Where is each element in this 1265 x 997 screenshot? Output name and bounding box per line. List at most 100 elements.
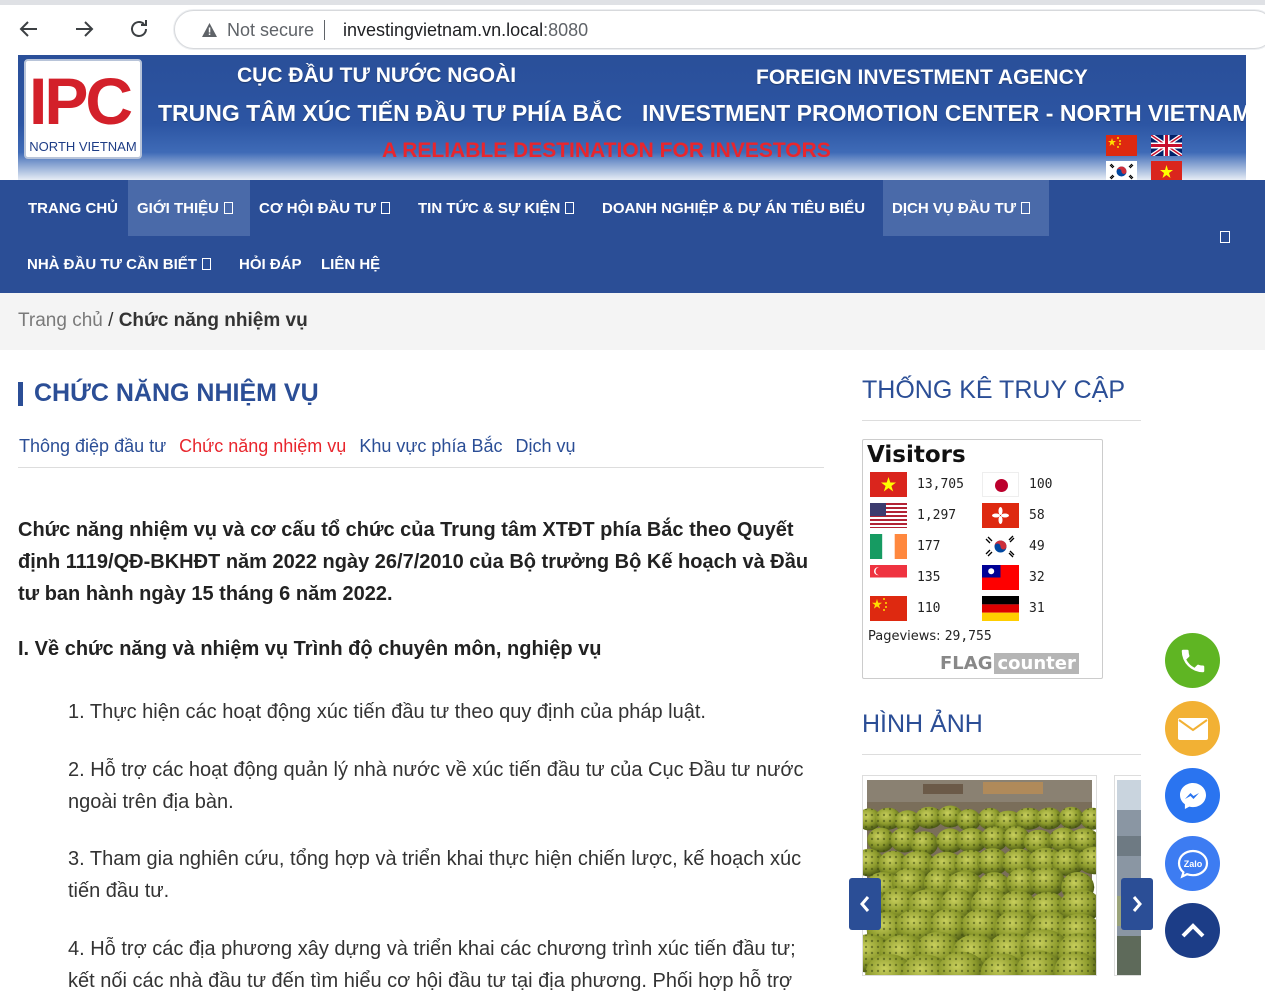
logo-text: IPC (29, 64, 133, 138)
forward-button[interactable] (67, 12, 101, 46)
main-nav: TRANG CHỦ GIỚI THIỆU CƠ HỘI ĐẦU TƯ TIN T… (0, 180, 1265, 293)
breadcrumb-home-link[interactable]: Trang chủ (18, 310, 103, 331)
ireland-flag-icon (870, 534, 907, 559)
uk-flag-icon[interactable] (1151, 135, 1182, 156)
nav-label: LIÊN HỆ (321, 255, 381, 273)
nav-label: DỊCH VỤ ĐẦU TƯ (892, 199, 1017, 217)
arrow-left-icon (19, 21, 37, 37)
nav-opportunities[interactable]: CƠ HỘI ĐẦU TƯ (250, 180, 399, 236)
chevron-right-icon (1132, 896, 1142, 912)
gallery-photo-durian[interactable] (862, 775, 1113, 976)
page-title: CHỨC NĂNG NHIỆM VỤ (34, 379, 319, 407)
gallery-photo-aerial[interactable] (1114, 775, 1141, 976)
chevron-up-icon (1181, 922, 1204, 937)
back-button[interactable] (12, 12, 46, 46)
photo-gallery (862, 775, 1141, 976)
ipc-logo[interactable]: IPC NORTH VIETNAM (24, 59, 142, 159)
nav-label: DOANH NGHIỆP & DỰ ÁN TIÊU BIỂU (602, 199, 866, 217)
gallery-divider (862, 754, 1141, 755)
pageviews: Pageviews: 29,755 (868, 629, 992, 644)
singapore-flag-icon (870, 565, 907, 590)
reload-icon (131, 20, 147, 37)
pageviews-value: 29,755 (944, 629, 992, 644)
phone-icon (1181, 649, 1204, 672)
gallery-prev-button[interactable] (849, 878, 881, 930)
germany-flag-icon (982, 596, 1019, 621)
center-name-en: INVESTMENT PROMOTION CENTER - NORTH VIET… (642, 100, 1246, 126)
nav-contact[interactable]: LIÊN HỆ (312, 236, 389, 292)
nav-label: NHÀ ĐẦU TƯ CẦN BIẾT (27, 255, 197, 273)
nav-news[interactable]: TIN TỨC & SỰ KIỆN (409, 180, 583, 236)
envelope-icon (1177, 717, 1208, 740)
subnav: Thông điệp đầu tư Chức năng nhiệm vụ Khu… (19, 436, 584, 457)
url-separator (324, 20, 325, 40)
counter-row: 110 (870, 596, 980, 622)
list-item: 2. Hỗ trợ các hoạt động quản lý nhà nước… (68, 759, 804, 813)
nav-about[interactable]: GIỚI THIỆU (128, 180, 250, 236)
url-text[interactable]: investingvietnam.vn.local:8080 (343, 20, 588, 41)
counter-row: 135 (870, 565, 980, 591)
counter-value: 100 (1029, 477, 1053, 492)
email-button[interactable] (1165, 701, 1220, 756)
subnav-north-region[interactable]: Khu vực phía Bắc (359, 436, 502, 456)
address-bar[interactable]: Not secure investingvietnam.vn.local:808… (174, 10, 1265, 49)
logo-subtitle: NORTH VIETNAM (29, 139, 137, 154)
breadcrumb: Trang chủ / Chức năng nhiệm vụ (18, 310, 308, 332)
counter-row: 49 (982, 534, 1092, 560)
agency-name-en: FOREIGN INVESTMENT AGENCY (756, 66, 1088, 89)
nav-label: HỎI ĐÁP (239, 255, 302, 273)
nav-label: GIỚI THIỆU (137, 199, 219, 217)
flag-counter-brand[interactable]: FLAG counter (940, 653, 1079, 677)
counter-value: 110 (917, 601, 941, 616)
center-name-vn: TRUNG TÂM XÚC TIẾN ĐẦU TƯ PHÍA BẮC (158, 100, 623, 126)
counter-value: 177 (917, 539, 941, 554)
stats-divider (862, 420, 1141, 421)
nav-services[interactable]: DỊCH VỤ ĐẦU TƯ (883, 180, 1049, 236)
vietnam-flag-icon[interactable] (1151, 161, 1182, 180)
dropdown-icon (1021, 202, 1031, 214)
gallery-next-button[interactable] (1121, 878, 1153, 930)
korea-flag-icon[interactable] (1106, 161, 1137, 180)
taiwan-flag-icon (982, 565, 1019, 590)
breadcrumb-separator: / (108, 310, 114, 331)
list-item: 3. Tham gia nghiên cứu, tổng hợp và triể… (68, 848, 802, 902)
menu-toggle-icon[interactable] (1220, 231, 1230, 243)
phone-button[interactable] (1165, 633, 1220, 688)
messenger-icon (1179, 782, 1206, 809)
nav-enterprises[interactable]: DOANH NGHIỆP & DỰ ÁN TIÊU BIỂU (593, 180, 874, 236)
nav-label: TIN TỨC & SỰ KIỆN (418, 199, 561, 217)
counter-value: 32 (1029, 570, 1045, 585)
china-flag-icon[interactable] (1106, 135, 1137, 156)
subnav-services[interactable]: Dịch vụ (516, 436, 576, 456)
scroll-top-button[interactable] (1165, 903, 1220, 958)
article-intro: Chức năng nhiệm vụ và cơ cấu tổ chức của… (18, 519, 809, 605)
brand-counter-text: counter (994, 653, 1079, 674)
zalo-button[interactable]: Zalo (1165, 836, 1220, 891)
counter-value: 13,705 (917, 477, 964, 492)
counter-value: 1,297 (917, 508, 957, 523)
dropdown-icon (380, 202, 390, 214)
brand-flag-text: FLAG (940, 653, 993, 674)
security-label[interactable]: Not secure (227, 20, 314, 41)
breadcrumb-current: Chức năng nhiệm vụ (118, 310, 308, 331)
messenger-button[interactable] (1165, 768, 1220, 823)
section-heading: I. Về chức năng và nhiệm vụ Trình độ chu… (18, 638, 602, 660)
warning-icon[interactable] (201, 22, 218, 38)
nav-investor-guide[interactable]: NHÀ ĐẦU TƯ CẦN BIẾT (18, 236, 220, 292)
nav-home[interactable]: TRANG CHỦ (19, 180, 127, 236)
china-flag-icon (870, 596, 907, 621)
visitor-counter[interactable]: Visitors 13,705 1,297 177 135 110 100 58… (862, 439, 1103, 679)
breadcrumb-bar: Trang chủ / Chức năng nhiệm vụ (0, 293, 1265, 350)
subnav-message[interactable]: Thông điệp đầu tư (19, 436, 166, 456)
counter-row: 1,297 (870, 503, 980, 529)
counter-value: 58 (1029, 508, 1045, 523)
arrow-right-icon (76, 21, 94, 37)
gallery-title: HÌNH ẢNH (862, 710, 983, 738)
chevron-left-icon (860, 896, 870, 912)
reload-button[interactable] (122, 12, 156, 46)
vietnam-flag-icon (870, 472, 907, 497)
subnav-functions[interactable]: Chức năng nhiệm vụ (179, 436, 346, 456)
tab-strip-edge (0, 0, 1265, 5)
svg-text:Zalo: Zalo (1183, 859, 1202, 869)
nav-faq[interactable]: HỎI ĐÁP (230, 236, 311, 292)
